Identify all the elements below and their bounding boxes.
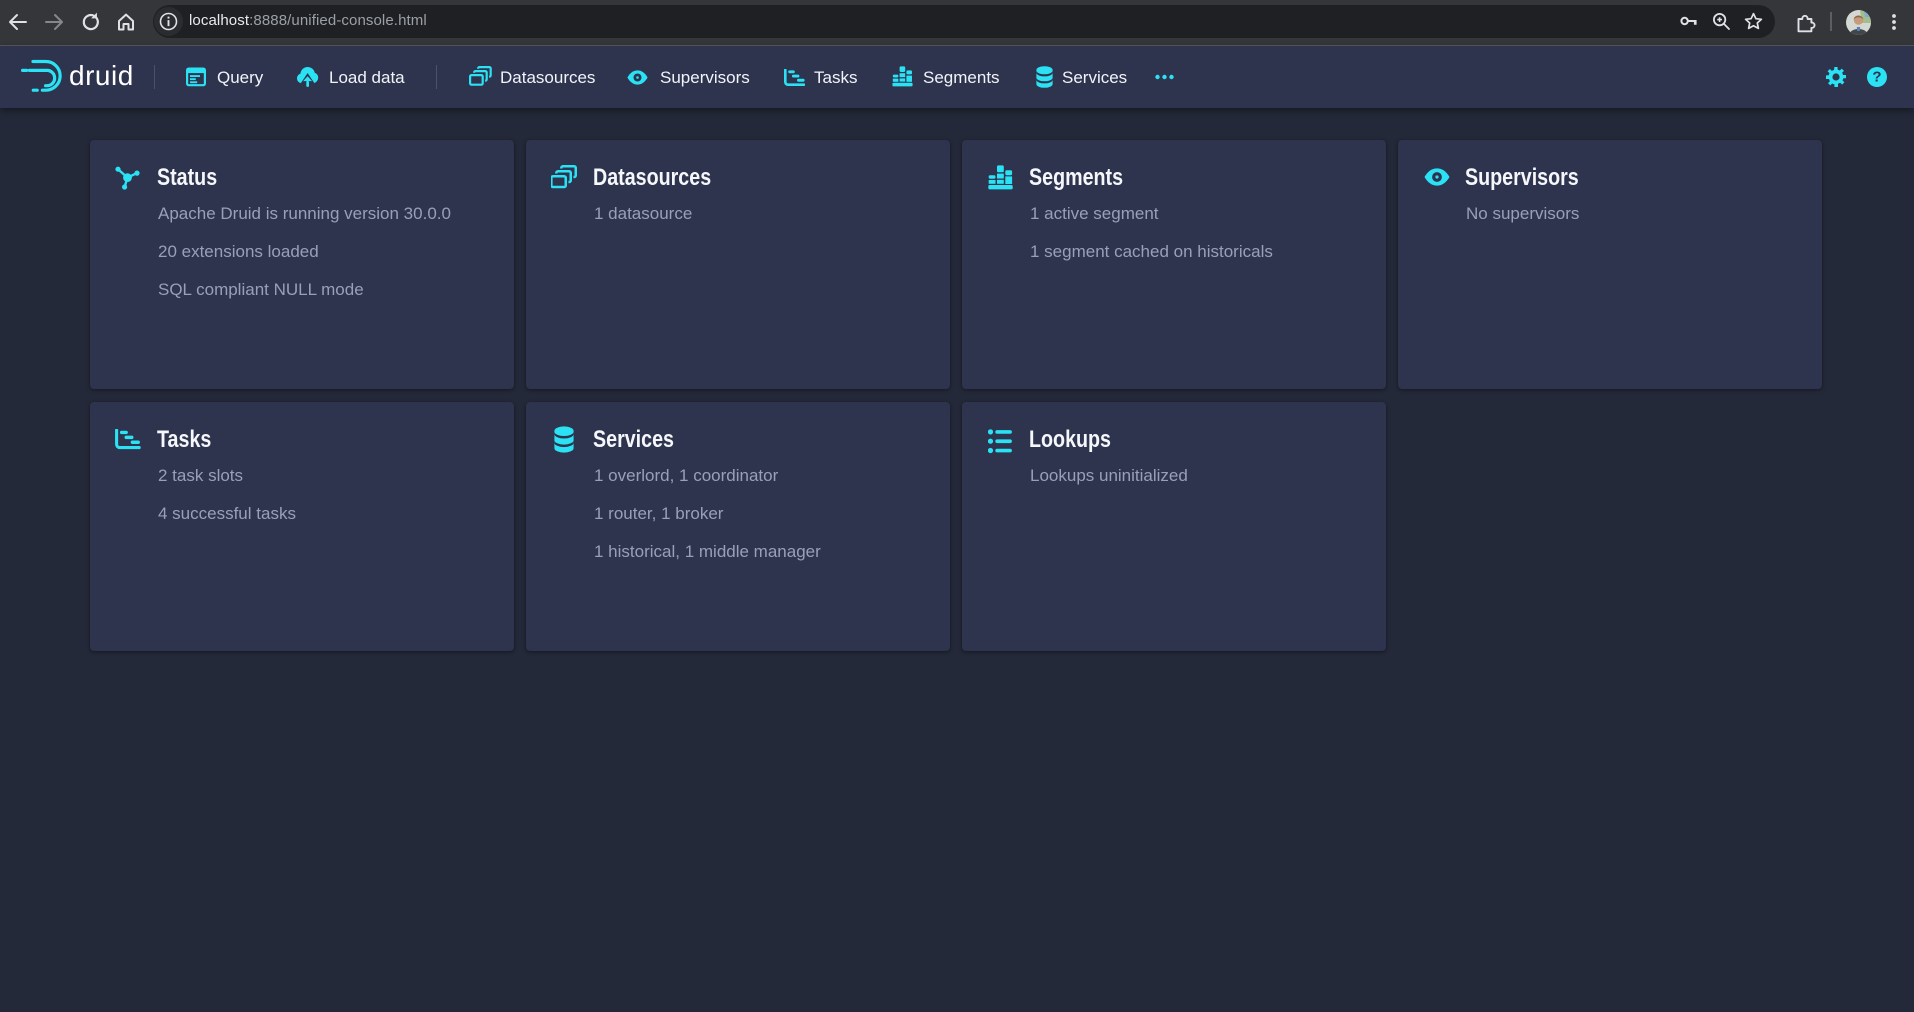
svg-text:?: ? xyxy=(1872,69,1881,86)
